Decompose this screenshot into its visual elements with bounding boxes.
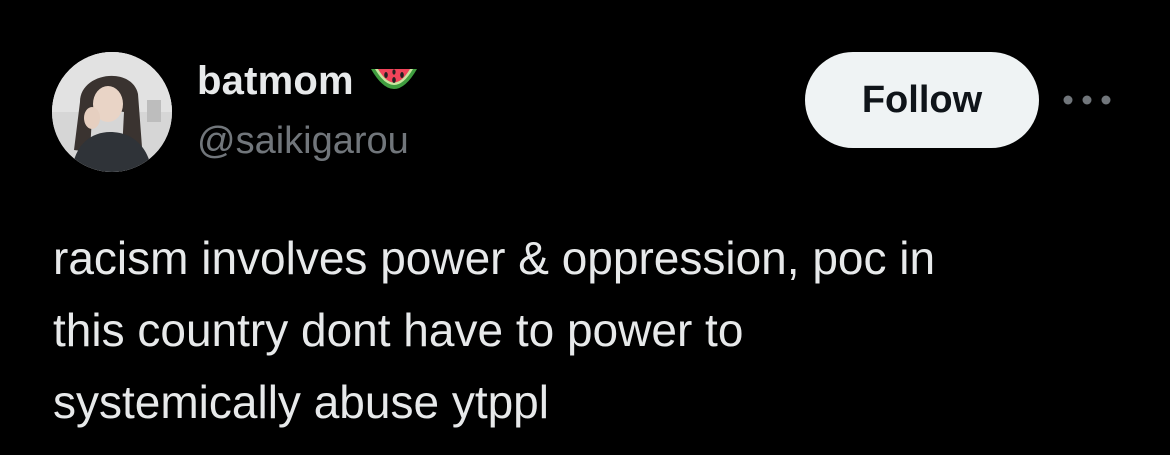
follow-button[interactable]: Follow [805,52,1039,148]
display-name[interactable]: batmom [197,56,354,106]
avatar-image [52,52,172,172]
tweet-text: racism involves power & oppression, poc … [53,232,936,428]
author-handle[interactable]: @saikigarou [197,116,409,166]
avatar[interactable] [52,52,172,172]
tweet-card: batmom @saikigarou Follow racism involve… [0,0,1170,455]
watermelon-icon [368,63,420,103]
author-name-row: batmom [197,56,420,106]
more-options-button[interactable] [1060,84,1114,116]
more-horizontal-icon [1063,95,1111,105]
